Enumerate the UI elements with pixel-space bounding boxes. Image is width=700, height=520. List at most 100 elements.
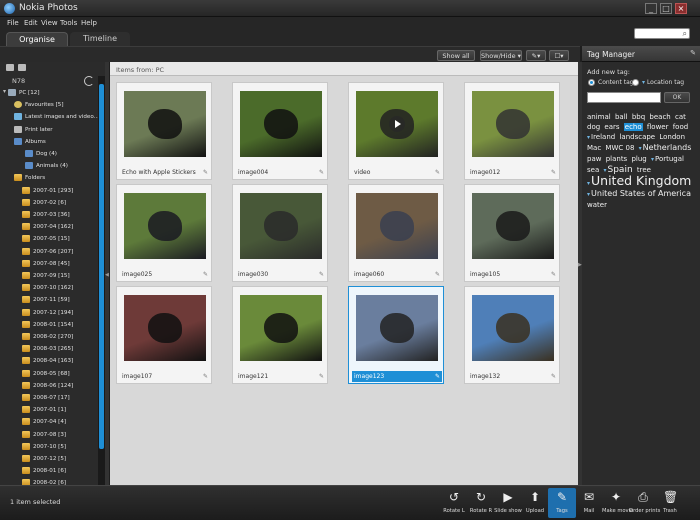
ok-button[interactable]: OK — [664, 92, 690, 103]
menu-view[interactable]: View — [41, 19, 58, 27]
action-make-movie-button[interactable]: ✦ Make movie — [602, 488, 633, 518]
thumbnail-card[interactable]: image132 ✎ — [464, 286, 560, 384]
tag-cloud-item[interactable]: London — [659, 133, 685, 141]
new-folder-icon[interactable] — [6, 64, 14, 71]
photo-preview[interactable] — [124, 295, 206, 361]
tag-cloud-item[interactable]: animal — [587, 113, 611, 121]
tag-cloud-item[interactable]: plants — [606, 155, 628, 163]
photo-preview[interactable] — [472, 193, 554, 259]
tag-cloud-item[interactable]: dog — [587, 123, 600, 131]
thumbnail-card[interactable]: Echo with Apple Stickers ✎ — [116, 82, 212, 180]
tag-icon[interactable]: ✎ — [319, 271, 324, 278]
tag-cloud-item[interactable]: Mac — [587, 144, 601, 152]
tag-icon[interactable]: ✎ — [319, 373, 324, 380]
left-splitter[interactable]: ◀ — [105, 62, 109, 485]
play-icon[interactable] — [389, 116, 405, 132]
tag-cloud-item[interactable]: United Kingdom — [587, 173, 691, 188]
tag-cloud-item[interactable]: United States of America — [587, 189, 691, 198]
action-order-prints-button[interactable]: ⎙ Order prints — [629, 488, 660, 518]
menu-file[interactable]: File — [7, 19, 19, 27]
thumbnail-card[interactable]: image012 ✎ — [464, 82, 560, 180]
tag-cloud-item[interactable]: flower — [647, 123, 669, 131]
tag-icon[interactable]: ✎ — [551, 169, 556, 176]
menu-help[interactable]: Help — [81, 19, 97, 27]
view-dropdown[interactable]: ☐▾ — [549, 50, 569, 61]
tree-item[interactable]: Print later — [14, 125, 110, 136]
tag-icon[interactable]: ✎ — [551, 373, 556, 380]
thumbnail-card[interactable]: image105 ✎ — [464, 184, 560, 282]
device-row[interactable]: N78 — [0, 76, 98, 86]
photo-preview[interactable] — [124, 193, 206, 259]
new-tag-input[interactable] — [587, 92, 661, 103]
scrollbar-thumb[interactable] — [99, 84, 104, 449]
photo-preview[interactable] — [240, 91, 322, 157]
action-tags-button[interactable]: ✎ Tags — [548, 488, 576, 518]
tree-item[interactable]: Latest images and video... — [14, 112, 110, 123]
tab-timeline[interactable]: Timeline — [70, 32, 130, 46]
action-rotate-r-button[interactable]: ↻ Rotate R — [467, 488, 495, 518]
tag-cloud-item[interactable]: water — [587, 201, 607, 209]
tag-cloud-item[interactable]: food — [673, 123, 688, 131]
tag-icon[interactable]: ✎ — [319, 169, 324, 176]
action-upload-button[interactable]: ⬆ Upload — [521, 488, 549, 518]
tag-icon[interactable]: ✎ — [203, 373, 208, 380]
tag-cloud-item[interactable]: MWC 08 — [605, 144, 634, 152]
action-trash-button[interactable]: 🗑 Trash — [656, 488, 684, 518]
photo-preview[interactable] — [124, 91, 206, 157]
action-slide-show-button[interactable]: ▶ Slide show — [494, 488, 522, 518]
tab-organise[interactable]: Organise — [6, 32, 68, 46]
menu-edit[interactable]: Edit — [24, 19, 38, 27]
tag-cloud-item[interactable]: Portugal — [651, 155, 684, 163]
import-icon[interactable] — [18, 64, 26, 71]
tag-icon[interactable]: ✎ — [435, 373, 440, 380]
content-tag-radio[interactable] — [588, 79, 595, 86]
tree-item[interactable]: Favourites [5] — [14, 100, 110, 111]
photo-preview[interactable] — [356, 91, 438, 157]
thumbnail-card[interactable]: image107 ✎ — [116, 286, 212, 384]
tag-cloud-item[interactable]: ball — [615, 113, 628, 121]
maximize-button[interactable]: □ — [660, 3, 672, 14]
tree-item[interactable]: Albums — [14, 137, 110, 148]
action-rotate-l-button[interactable]: ↺ Rotate L — [440, 488, 468, 518]
tag-icon[interactable]: ✎ — [435, 169, 440, 176]
tag-cloud-item[interactable]: Netherlands — [639, 143, 692, 152]
tag-icon[interactable]: ✎ — [203, 169, 208, 176]
location-tag-radio[interactable] — [632, 79, 639, 86]
tag-cloud-item[interactable]: echo — [623, 123, 643, 131]
sidebar-scrollbar[interactable] — [98, 76, 105, 485]
tag-cloud-item[interactable]: ears — [604, 123, 619, 131]
collapse-left-icon[interactable]: ◀ — [105, 272, 109, 278]
minimize-button[interactable]: _ — [645, 3, 657, 14]
tag-cloud-item[interactable]: beach — [649, 113, 670, 121]
tag-cloud-item[interactable]: Ireland — [587, 133, 615, 141]
search-input[interactable]: ⌕ — [634, 28, 690, 39]
thumbnail-card[interactable]: image123 ✎ — [348, 286, 444, 384]
thumbnail-card[interactable]: image030 ✎ — [232, 184, 328, 282]
menu-tools[interactable]: Tools — [60, 19, 77, 27]
tree-pc[interactable]: PC [12] — [8, 88, 104, 99]
tools-dropdown[interactable]: ✎▾ — [526, 50, 546, 61]
sync-icon[interactable] — [84, 76, 94, 86]
thumbnail-card[interactable]: image060 ✎ — [348, 184, 444, 282]
tag-cloud-item[interactable]: cat — [675, 113, 686, 121]
tag-icon[interactable]: ✎ — [203, 271, 208, 278]
pc-expander-icon[interactable]: ▾ — [3, 88, 6, 95]
close-button[interactable]: × — [675, 3, 687, 14]
thumbnail-card[interactable]: video ✎ — [348, 82, 444, 180]
photo-preview[interactable] — [356, 193, 438, 259]
tag-cloud-item[interactable]: landscape — [619, 133, 655, 141]
thumbnail-card[interactable]: image121 ✎ — [232, 286, 328, 384]
thumbnail-card[interactable]: image025 ✎ — [116, 184, 212, 282]
photo-preview[interactable] — [472, 91, 554, 157]
tag-icon[interactable]: ✎ — [551, 271, 556, 278]
tag-cloud-item[interactable]: paw — [587, 155, 601, 163]
action-mail-button[interactable]: ✉ Mail — [575, 488, 603, 518]
tag-cloud-item[interactable]: bbq — [632, 113, 645, 121]
photo-preview[interactable] — [356, 295, 438, 361]
photo-preview[interactable] — [240, 193, 322, 259]
thumbnail-card[interactable]: image004 ✎ — [232, 82, 328, 180]
show-hide-button[interactable]: Show/Hide ▾ — [480, 50, 522, 61]
tree-item[interactable]: Folders — [14, 173, 110, 184]
photo-preview[interactable] — [240, 295, 322, 361]
tag-cloud-item[interactable]: plug — [631, 155, 646, 163]
